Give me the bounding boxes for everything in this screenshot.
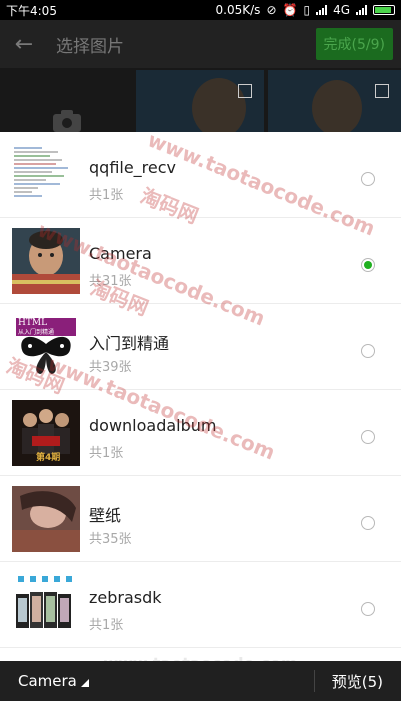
dropdown-triangle-icon [80,679,89,687]
album-count: 共31张 [89,274,132,289]
album-row-zebrasdk[interactable]: zebrasdk 共1张 [0,562,401,648]
album-radio-selected[interactable] [361,258,375,272]
album-cover [12,486,80,552]
bottom-bar: Camera 预览(5) [0,661,401,701]
status-icons: 0.05K/s ⊘ ⏰ ▯ 4G [216,3,395,17]
back-arrow-icon[interactable]: ← [0,20,48,68]
album-count: 共1张 [89,618,124,633]
no-sound-icon: ⊘ [266,3,277,17]
album-row-downloadalbum[interactable]: 第4期 downloadalbum 共1张 [0,390,401,476]
album-row-book[interactable]: HTML 从入门到精通 入门到精通 共39张 [0,304,401,390]
album-cover: HTML 从入门到精通 [12,314,80,380]
photo-thumb[interactable] [136,70,264,132]
album-radio[interactable] [361,430,375,444]
page-title: 选择图片 [56,36,124,57]
album-cover [12,572,80,638]
album-row-camera[interactable]: Camera 共31张 [0,218,401,304]
app-bar: ← 选择图片 完成(5/9) [0,20,401,68]
photo-thumb[interactable] [268,70,401,132]
album-name: downloadalbum [89,416,217,435]
album-name: 壁纸 [89,506,122,525]
album-count: 共1张 [89,446,124,461]
signal-icon-2 [356,5,367,15]
vibrate-icon: ▯ [303,3,311,17]
album-radio[interactable] [361,516,375,530]
album-row-qqfile-recv[interactable]: qqfile_recv 共1张 [0,132,401,218]
status-time: 下午4:05 [6,3,57,18]
status-bar: 下午4:05 0.05K/s ⊘ ⏰ ▯ 4G [0,0,401,20]
photo-check-box[interactable] [375,84,389,98]
album-switch-button[interactable]: Camera [18,672,89,690]
album-count: 共39张 [89,360,132,375]
album-cover [12,228,80,294]
album-radio[interactable] [361,344,375,358]
battery-charging-icon [373,5,395,15]
album-name: zebrasdk [89,588,162,607]
download-cover-text: 第4期 [36,453,61,463]
album-count: 共35张 [89,532,132,547]
preview-button[interactable]: 预览(5) [332,671,383,692]
album-count: 共1张 [89,188,124,203]
alarm-icon: ⏰ [282,3,298,17]
album-name: 入门到精通 [89,334,170,353]
album-radio[interactable] [361,602,375,616]
album-radio[interactable] [361,172,375,186]
album-name: Camera [89,244,152,263]
album-row-wallpaper[interactable]: 壁纸 共35张 [0,476,401,562]
photo-check-box[interactable] [238,84,252,98]
bottom-divider [314,670,315,692]
album-cover [12,142,80,208]
signal-icon [316,5,328,15]
album-list: qqfile_recv 共1张 Camera 共31张 HTML 从入门到精通 [0,132,401,661]
network-type: 4G [333,3,350,17]
net-speed: 0.05K/s [215,3,261,17]
album-switch-label: Camera [18,672,77,690]
album-cover: 第4期 [12,400,80,466]
camera-icon[interactable] [52,110,82,132]
done-button[interactable]: 完成(5/9) [315,28,393,60]
album-name: qqfile_recv [89,158,177,177]
